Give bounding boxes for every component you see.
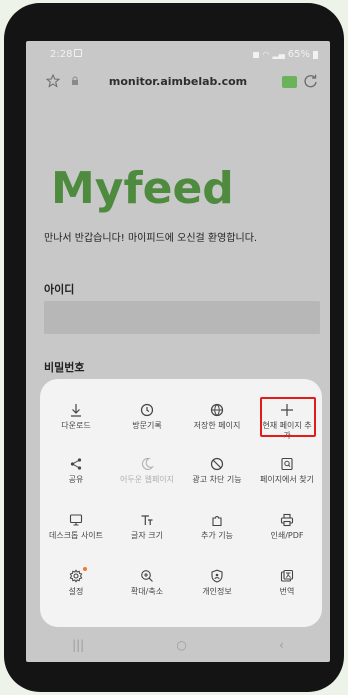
desktop-icon bbox=[69, 514, 83, 526]
menu-label: 데스크톱 사이트 bbox=[48, 531, 104, 540]
phone-frame: 2:28 ◠ ▂▄ 65% monitor.aimbelab.com Myfee… bbox=[4, 3, 344, 692]
settings-notification-dot bbox=[83, 567, 87, 571]
browser-toolbar: monitor.aimbelab.com bbox=[26, 67, 330, 97]
menu-label: 다운로드 bbox=[61, 421, 91, 430]
highlight-box bbox=[260, 397, 316, 437]
extensions-icon bbox=[212, 516, 222, 527]
menu-share[interactable]: 공유 bbox=[41, 453, 111, 507]
browser-menu-sheet: 다운로드 방문기록 저장한 페이지 현재 페이지 추가 공유 어두운 웹페이지 … bbox=[40, 379, 322, 627]
menu-label: 저장한 페이지 bbox=[193, 421, 241, 430]
menu-ad-block[interactable]: 광고 차단 기능 bbox=[182, 453, 252, 507]
print-icon bbox=[280, 513, 294, 527]
menu-download[interactable]: 다운로드 bbox=[41, 399, 111, 453]
menu-print-pdf[interactable]: 인쇄/PDF bbox=[252, 509, 322, 563]
find-in-page-icon bbox=[281, 457, 293, 471]
welcome-text: 만나서 반갑습니다! 마이피드에 오신걸 환영합니다. bbox=[44, 233, 258, 244]
history-icon bbox=[140, 403, 154, 417]
id-label: 아이디 bbox=[44, 283, 75, 296]
menu-label: 번역 bbox=[279, 587, 295, 596]
menu-label: 설정 bbox=[68, 587, 84, 596]
recent-apps-icon[interactable]: ||| bbox=[72, 638, 84, 652]
menu-desktop-site[interactable]: 데스크톱 사이트 bbox=[41, 509, 111, 563]
menu-label: 페이지에서 찾기 bbox=[259, 475, 315, 484]
settings-icon bbox=[69, 569, 83, 583]
alarm-icon bbox=[253, 51, 260, 58]
download-icon bbox=[71, 404, 81, 417]
reload-icon[interactable] bbox=[303, 74, 318, 89]
moon-icon bbox=[141, 457, 154, 470]
wifi-icon: ◠ bbox=[262, 50, 270, 59]
menu-zoom[interactable]: 확대/축소 bbox=[112, 565, 182, 619]
android-nav-bar: ||| ○ ‹ bbox=[26, 628, 330, 662]
status-time: 2:28 bbox=[50, 49, 73, 60]
menu-label: 확대/축소 bbox=[130, 587, 164, 596]
menu-extensions[interactable]: 추가 기능 bbox=[182, 509, 252, 563]
share-icon bbox=[70, 458, 82, 470]
menu-label: 인쇄/PDF bbox=[270, 531, 304, 540]
id-input[interactable] bbox=[44, 301, 320, 334]
menu-privacy[interactable]: 개인정보 bbox=[182, 565, 252, 619]
battery-text: 65% bbox=[287, 49, 310, 60]
menu-find-in-page[interactable]: 페이지에서 찾기 bbox=[252, 453, 322, 507]
translate-icon bbox=[280, 569, 294, 582]
menu-label: 공유 bbox=[68, 475, 84, 484]
menu-label: 글자 크기 bbox=[131, 531, 163, 540]
menu-label: 개인정보 bbox=[202, 587, 232, 596]
battery-icon bbox=[313, 50, 318, 59]
menu-label: 어두운 웹페이지 bbox=[119, 475, 175, 484]
back-icon[interactable]: ‹ bbox=[279, 638, 284, 652]
block-icon bbox=[210, 457, 224, 471]
screen: 2:28 ◠ ▂▄ 65% monitor.aimbelab.com Myfee… bbox=[26, 41, 330, 662]
menu-label: 광고 차단 기능 bbox=[192, 475, 242, 484]
home-icon[interactable]: ○ bbox=[176, 638, 186, 652]
myfeed-logo: Myfeed bbox=[51, 163, 234, 214]
text-size-icon bbox=[141, 515, 153, 525]
menu-settings[interactable]: 설정 bbox=[41, 565, 111, 619]
saved-pages-icon bbox=[210, 403, 224, 417]
menu-saved-pages[interactable]: 저장한 페이지 bbox=[182, 399, 252, 453]
menu-dark-mode[interactable]: 어두운 웹페이지 bbox=[112, 453, 182, 507]
zoom-icon bbox=[141, 570, 153, 582]
status-icons: ◠ ▂▄ 65% bbox=[253, 49, 318, 60]
status-bar: 2:28 ◠ ▂▄ 65% bbox=[26, 41, 330, 65]
password-label: 비밀번호 bbox=[44, 361, 85, 374]
privacy-icon bbox=[211, 569, 223, 583]
menu-history[interactable]: 방문기록 bbox=[112, 399, 182, 453]
tabs-icon[interactable] bbox=[282, 76, 297, 88]
signal-icon: ▂▄ bbox=[272, 50, 285, 59]
menu-translate[interactable]: 번역 bbox=[252, 565, 322, 619]
menu-text-size[interactable]: 글자 크기 bbox=[112, 509, 182, 563]
menu-label: 추가 기능 bbox=[201, 531, 233, 540]
gallery-notification-icon bbox=[74, 49, 82, 57]
menu-label: 방문기록 bbox=[132, 421, 162, 430]
